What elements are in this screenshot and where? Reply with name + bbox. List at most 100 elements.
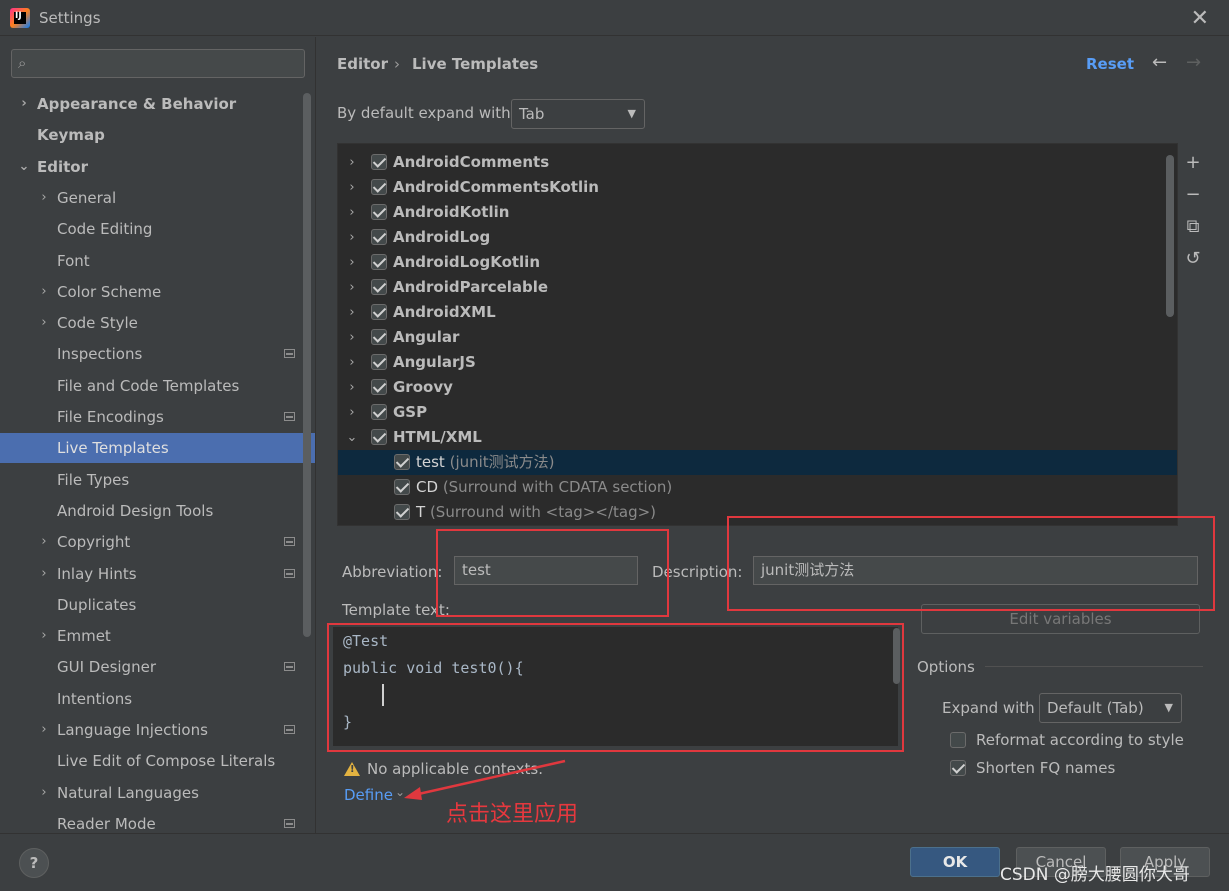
sidebar-item[interactable]: File Types xyxy=(0,465,315,495)
sidebar-item[interactable]: › Code Style xyxy=(0,308,315,338)
shorten-fq-checkbox[interactable] xyxy=(950,760,966,776)
chevron-right-icon[interactable]: › xyxy=(346,300,358,325)
template-group-row[interactable]: › AndroidLogKotlin xyxy=(338,250,1177,275)
template-checkbox[interactable] xyxy=(394,479,410,495)
template-row[interactable]: CD (Surround with CDATA section) xyxy=(338,475,1177,500)
template-group-row[interactable]: › GSP xyxy=(338,400,1177,425)
sidebar-scrollbar[interactable] xyxy=(303,93,311,637)
chevron-right-icon[interactable]: › xyxy=(346,375,358,400)
chevron-right-icon[interactable]: › xyxy=(38,621,50,651)
template-group-row[interactable]: › AndroidCommentsKotlin xyxy=(338,175,1177,200)
editor-scrollbar[interactable] xyxy=(893,628,900,684)
template-group-row[interactable]: › Groovy xyxy=(338,375,1177,400)
sidebar-item[interactable]: File and Code Templates xyxy=(0,371,315,401)
template-group-checkbox[interactable] xyxy=(371,404,387,420)
template-group-checkbox[interactable] xyxy=(371,229,387,245)
reset-link[interactable]: Reset xyxy=(1086,55,1134,73)
restore-icon[interactable]: ↺ xyxy=(1180,246,1206,272)
chevron-right-icon[interactable]: › xyxy=(346,150,358,175)
abbreviation-field[interactable]: test xyxy=(454,556,638,585)
template-group-checkbox[interactable] xyxy=(371,179,387,195)
template-group-checkbox[interactable] xyxy=(371,354,387,370)
template-group-row[interactable]: › AngularJS xyxy=(338,350,1177,375)
sidebar-item[interactable]: Code Editing xyxy=(0,214,315,244)
sidebar-item[interactable]: Reader Mode xyxy=(0,809,315,833)
chevron-right-icon[interactable]: › xyxy=(346,400,358,425)
sidebar-item[interactable]: File Encodings xyxy=(0,402,315,432)
chevron-right-icon[interactable]: › xyxy=(346,250,358,275)
sidebar-item[interactable]: ⌄ Editor xyxy=(0,152,315,182)
chevron-right-icon[interactable]: › xyxy=(346,175,358,200)
expand-with-select[interactable]: Default (Tab) ▼ xyxy=(1039,693,1182,723)
search-input[interactable]: ⌕ xyxy=(11,49,305,78)
breadcrumb-editor[interactable]: Editor xyxy=(337,55,388,73)
chevron-right-icon[interactable]: › xyxy=(346,325,358,350)
chevron-right-icon[interactable]: › xyxy=(346,225,358,250)
template-group-checkbox[interactable] xyxy=(371,329,387,345)
template-group-row[interactable]: › AndroidParcelable xyxy=(338,275,1177,300)
chevron-down-icon[interactable]: ⌄ xyxy=(346,425,358,450)
reformat-label[interactable]: Reformat according to style xyxy=(976,731,1184,749)
sidebar-item[interactable]: Intentions xyxy=(0,684,315,714)
description-field[interactable]: junit测试方法 xyxy=(753,556,1198,585)
template-group-checkbox[interactable] xyxy=(371,254,387,270)
template-group-checkbox[interactable] xyxy=(371,204,387,220)
sidebar-item[interactable]: Android Design Tools xyxy=(0,496,315,526)
sidebar-item[interactable]: Live Templates xyxy=(0,433,315,463)
template-checkbox[interactable] xyxy=(394,454,410,470)
template-group-checkbox[interactable] xyxy=(371,154,387,170)
template-group-checkbox[interactable] xyxy=(371,429,387,445)
chevron-right-icon[interactable]: › xyxy=(346,350,358,375)
chevron-right-icon[interactable]: › xyxy=(38,308,50,338)
template-checkbox[interactable] xyxy=(394,504,410,520)
template-group-checkbox[interactable] xyxy=(371,279,387,295)
chevron-down-icon[interactable]: ⌄ xyxy=(18,152,30,182)
chevron-right-icon[interactable]: › xyxy=(346,275,358,300)
sidebar-item[interactable]: Live Edit of Compose Literals xyxy=(0,746,315,776)
template-row[interactable]: test (junit测试方法) xyxy=(338,450,1177,475)
sidebar-item[interactable]: GUI Designer xyxy=(0,652,315,682)
chevron-right-icon[interactable]: › xyxy=(38,183,50,213)
template-group-row[interactable]: › AndroidComments xyxy=(338,150,1177,175)
template-group-row[interactable]: › AndroidLog xyxy=(338,225,1177,250)
template-group-row[interactable]: › Angular xyxy=(338,325,1177,350)
sidebar-item[interactable]: Duplicates xyxy=(0,590,315,620)
templates-tree[interactable]: › AndroidComments › AndroidCommentsKotlin › A… xyxy=(337,143,1178,526)
template-text-editor[interactable]: @Test public void test0(){ } xyxy=(333,627,898,746)
remove-icon[interactable]: − xyxy=(1180,182,1206,208)
close-icon[interactable]: ✕ xyxy=(1191,6,1209,31)
templates-scrollbar[interactable] xyxy=(1166,155,1174,317)
reformat-checkbox[interactable] xyxy=(950,732,966,748)
sidebar-item[interactable]: › Appearance & Behavior xyxy=(0,89,315,119)
chevron-right-icon[interactable]: › xyxy=(18,89,30,119)
template-group-row[interactable]: › AndroidKotlin xyxy=(338,200,1177,225)
sidebar-item[interactable]: Inspections xyxy=(0,339,315,369)
add-icon[interactable]: + xyxy=(1180,150,1206,176)
sidebar-item[interactable]: › Natural Languages xyxy=(0,778,315,808)
sidebar-item[interactable]: › Inlay Hints xyxy=(0,559,315,589)
sidebar-item[interactable]: › Emmet xyxy=(0,621,315,651)
template-group-checkbox[interactable] xyxy=(371,379,387,395)
template-group-row[interactable]: ⌄ HTML/XML xyxy=(338,425,1177,450)
chevron-right-icon[interactable]: › xyxy=(38,715,50,745)
chevron-right-icon[interactable]: › xyxy=(346,200,358,225)
template-row[interactable]: T (Surround with <tag></tag>) xyxy=(338,500,1177,525)
default-expand-select[interactable]: Tab ▼ xyxy=(511,99,645,129)
chevron-right-icon[interactable]: › xyxy=(38,527,50,557)
chevron-right-icon[interactable]: › xyxy=(38,778,50,808)
shorten-fq-label[interactable]: Shorten FQ names xyxy=(976,759,1115,777)
sidebar-item[interactable]: Font xyxy=(0,246,315,276)
sidebar-item[interactable]: › Copyright xyxy=(0,527,315,557)
ok-button[interactable]: OK xyxy=(910,847,1000,877)
sidebar-item[interactable]: › General xyxy=(0,183,315,213)
copy-icon[interactable]: ⧉ xyxy=(1180,214,1206,240)
template-group-checkbox[interactable] xyxy=(371,304,387,320)
sidebar-item[interactable]: › Language Injections xyxy=(0,715,315,745)
define-link[interactable]: Define xyxy=(344,786,393,804)
back-arrow-icon[interactable]: ← xyxy=(1152,52,1167,73)
help-button[interactable]: ? xyxy=(19,848,49,878)
sidebar-item[interactable]: › Color Scheme xyxy=(0,277,315,307)
template-group-row[interactable]: › AndroidXML xyxy=(338,300,1177,325)
sidebar-item[interactable]: Keymap xyxy=(0,120,315,150)
chevron-right-icon[interactable]: › xyxy=(38,559,50,589)
